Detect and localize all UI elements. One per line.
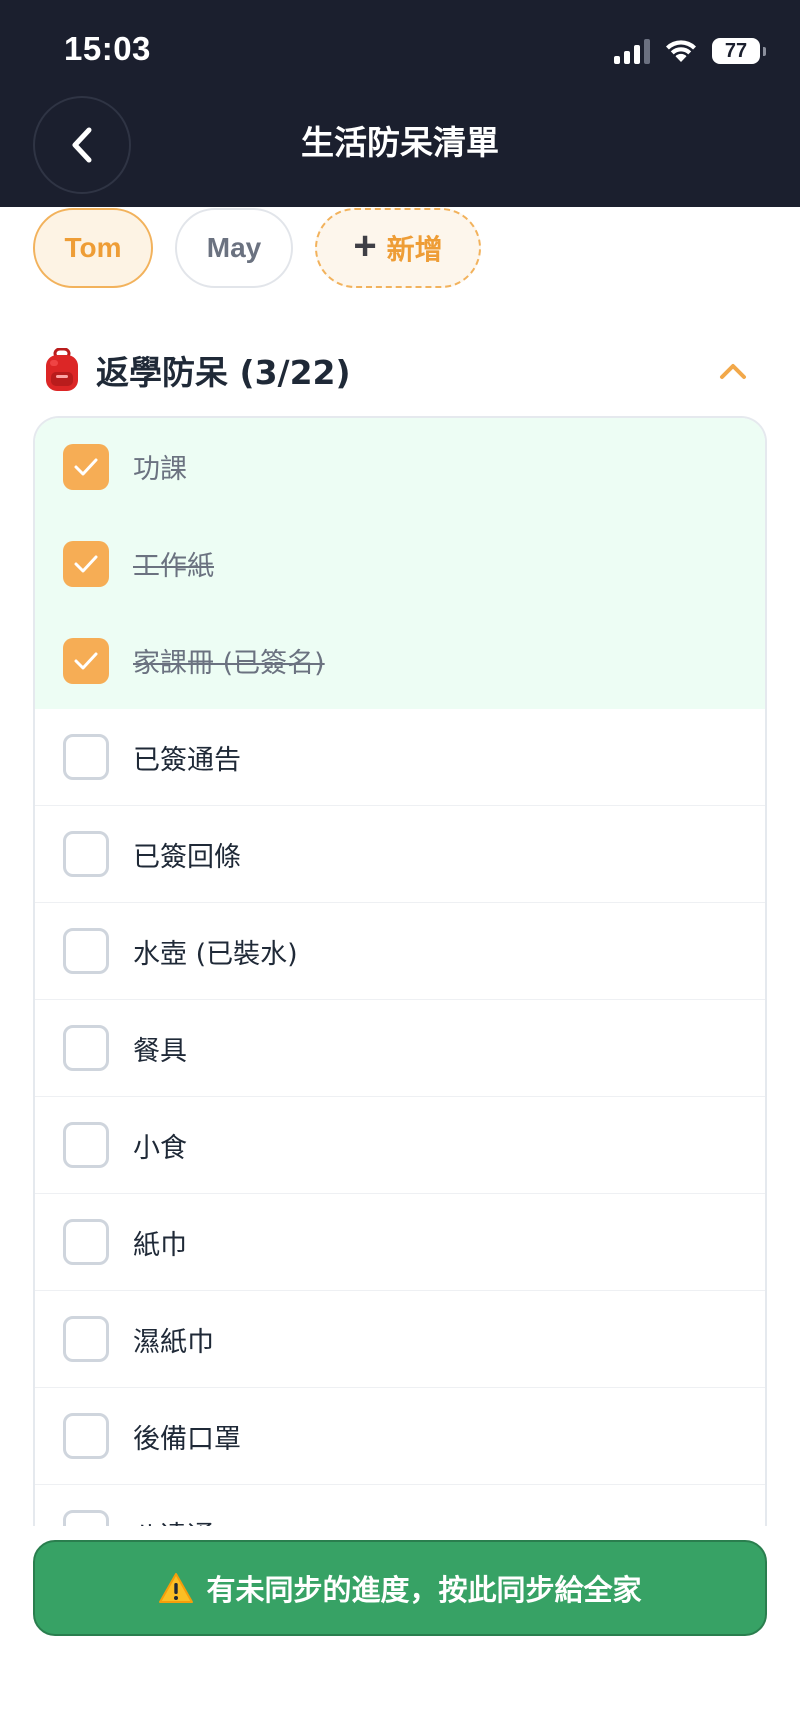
warning-icon — [159, 1573, 194, 1603]
checkbox-unchecked[interactable] — [63, 1219, 109, 1265]
checklist-item-label: 功課 — [133, 454, 187, 485]
profile-chip-label: Tom — [64, 232, 122, 263]
checkbox-unchecked[interactable] — [63, 1025, 109, 1071]
checkbox-unchecked[interactable] — [63, 1413, 109, 1459]
checkbox-unchecked[interactable] — [63, 734, 109, 780]
checklist-item-label: 已簽通告 — [133, 744, 241, 776]
sync-button[interactable]: 有未同步的進度，按此同步給全家 — [33, 1540, 767, 1636]
checkbox-unchecked[interactable] — [63, 831, 109, 877]
checklist-item-label: 濕紙巾 — [133, 1326, 214, 1358]
checklist-item-label: 水壺 (已裝水) — [133, 938, 298, 970]
add-profile-label: 新增 — [386, 234, 443, 265]
app-header: 15:03 77 生活防呆清單 — [0, 0, 800, 207]
checklist-item[interactable]: 已簽回條 — [35, 806, 765, 903]
battery-icon: 77 — [712, 38, 766, 64]
profile-chip-tom[interactable]: Tom — [33, 208, 153, 288]
sync-label: 有未同步的進度，按此同步給全家 — [206, 1573, 642, 1607]
checkmark-icon — [74, 555, 98, 572]
wifi-icon — [666, 40, 696, 62]
cellular-signal-icon — [614, 38, 650, 64]
checkmark-icon — [74, 458, 98, 475]
checklist-item[interactable]: 功課 — [35, 418, 765, 515]
section-header[interactable]: 返學防呆 (3/22) — [42, 340, 760, 400]
checklist-item[interactable]: 濕紙巾 — [35, 1291, 765, 1388]
checkbox-checked[interactable] — [63, 443, 109, 490]
checklist-item-label: 家課冊 (已簽名) — [133, 648, 325, 679]
status-time: 15:03 — [64, 30, 151, 67]
checklist-item[interactable]: 紙巾 — [35, 1194, 765, 1291]
checklist-item[interactable]: 後備口罩 — [35, 1388, 765, 1485]
checkbox-unchecked[interactable] — [63, 928, 109, 974]
checkbox-unchecked[interactable] — [63, 1510, 109, 1526]
checkbox-checked[interactable] — [63, 637, 109, 684]
checklist-item[interactable]: 小食 — [35, 1097, 765, 1194]
checklist-item-label: 小食 — [133, 1132, 187, 1164]
page-title: 生活防呆清單 — [301, 123, 499, 162]
profile-selector: Tom May + 新增 — [33, 208, 481, 288]
checklist-item-label: 紙巾 — [133, 1229, 187, 1261]
checklist-item-label: 八達通 — [133, 1514, 214, 1527]
checklist: 功課工作紙家課冊 (已簽名) 已簽通告已簽回條水壺 (已裝水) 餐具小食紙巾濕紙巾後… — [33, 416, 767, 1526]
checklist-item-label: 工作紙 — [133, 551, 214, 582]
checklist-item-label: 餐具 — [133, 1035, 187, 1067]
battery-level: 77 — [724, 39, 748, 62]
checklist-item[interactable]: 八達通 — [35, 1485, 765, 1526]
checklist-item-label: 已簽回條 — [133, 841, 241, 873]
checklist-item[interactable]: 家課冊 (已簽名) — [35, 612, 765, 709]
plus-icon: + — [353, 224, 377, 268]
checklist-item[interactable]: 已簽通告 — [35, 709, 765, 806]
chevron-up-icon[interactable] — [718, 356, 748, 386]
backpack-icon — [46, 348, 78, 391]
add-profile-button[interactable]: + 新增 — [315, 208, 481, 288]
checklist-item[interactable]: 餐具 — [35, 1000, 765, 1097]
checklist-item[interactable]: 水壺 (已裝水) — [35, 903, 765, 1000]
profile-chip-may[interactable]: May — [175, 208, 293, 288]
section-title: 返學防呆 (3/22) — [96, 353, 351, 392]
profile-chip-label: May — [206, 232, 262, 263]
checklist-item-label: 後備口罩 — [133, 1423, 241, 1455]
status-icons: 77 — [614, 36, 766, 66]
checkbox-unchecked[interactable] — [63, 1316, 109, 1362]
checkbox-unchecked[interactable] — [63, 1122, 109, 1168]
checkmark-icon — [74, 652, 98, 669]
checklist-item[interactable]: 工作紙 — [35, 515, 765, 612]
checkbox-checked[interactable] — [63, 540, 109, 587]
